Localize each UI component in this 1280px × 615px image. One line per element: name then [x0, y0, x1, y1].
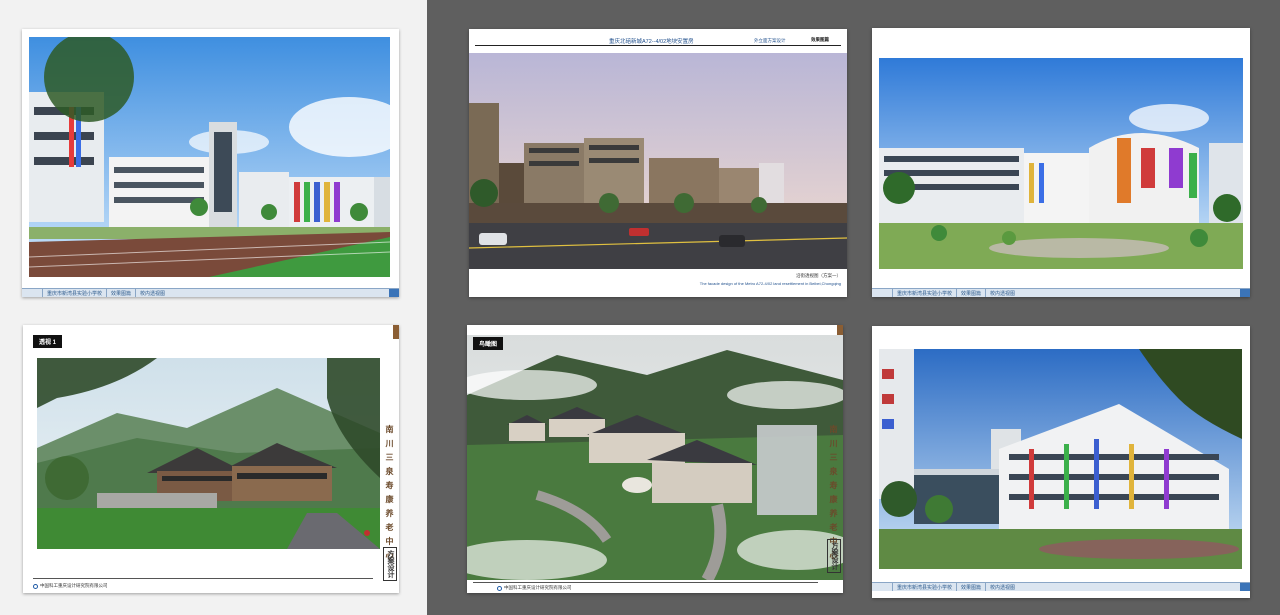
view-tag: 鸟瞰图 [473, 337, 504, 350]
footer-view: 校内透视图 [985, 583, 1019, 591]
bottom-rule [473, 582, 818, 583]
company-logo-icon [33, 583, 38, 589]
vertical-design-label: 方案设计 [383, 547, 397, 581]
footer-accent [389, 289, 399, 297]
sheet-subtitle: 外立面方案设计 [754, 38, 786, 43]
company-logo-icon [497, 585, 502, 591]
render-eldercare-perspective [37, 358, 380, 549]
footer-section: 效果图篇 [956, 289, 985, 297]
footer-school-name: 重庆市新湾县实验小学校 [42, 289, 106, 297]
footer-accent [1240, 289, 1250, 297]
footer-view: 校内透视图 [985, 289, 1019, 297]
sheet-eldercare-perspective[interactable]: 透视 1 南川三泉寿康养老中心 方案设计 中国科工重庆设计研究院有限公司 [23, 325, 399, 593]
view-tag: 透视 1 [33, 335, 63, 348]
render-street-facade [469, 53, 847, 269]
footer-section: 效果图篇 [106, 289, 135, 297]
sheet-street-facade[interactable]: 重庆北碚新城A72--4/02地块安置房 外立面方案设计 效果图篇 沿街透视图（… [469, 29, 847, 297]
footer-bar: 重庆市新湾县实验小学校 效果图篇 校内透视图 [872, 582, 1250, 591]
footer-view: 校内透视图 [135, 289, 169, 297]
sheet-school-building[interactable]: 重庆市新湾县实验小学校 效果图篇 校内透视图 [872, 326, 1250, 598]
sheet-eldercare-aerial[interactable]: 鸟瞰图 南川三泉寿康养老中心 方案设计 中国科工重庆设计研究院有限公司 [467, 325, 843, 593]
vertical-project-title: 南川三泉寿康养老中心 [385, 425, 395, 565]
footer-school-name: 重庆市新湾县实验小学校 [892, 583, 956, 591]
sheet-school-courtyard[interactable]: 重庆市新湾县实验小学校 效果图篇 校内透视图 [872, 28, 1250, 297]
render-caption: 沿街透视图（方案一） [796, 273, 841, 278]
render-school-building [879, 349, 1242, 569]
footer-school-name: 重庆市新湾县实验小学校 [892, 289, 956, 297]
footer-section: 效果图篇 [956, 583, 985, 591]
sheet-school-exterior[interactable]: 重庆市新湾县实验小学校 效果图篇 校内透视图 [22, 29, 399, 297]
vertical-design-label: 方案设计 [827, 539, 841, 573]
company-credit: 中国科工重庆设计研究院有限公司 [33, 583, 108, 589]
footer-bar: 重庆市新湾县实验小学校 效果图篇 校内透视图 [872, 288, 1250, 297]
render-school-exterior [29, 37, 390, 277]
render-school-courtyard [879, 58, 1243, 269]
corner-accent [393, 325, 399, 339]
sheet-section: 效果图篇 [811, 37, 829, 42]
footer-bar: 重庆市新湾县实验小学校 效果图篇 校内透视图 [22, 288, 399, 297]
footer-accent [1240, 583, 1250, 591]
company-credit: 中国科工重庆设计研究院有限公司 [497, 585, 572, 591]
render-eldercare-aerial [467, 335, 843, 580]
bottom-rule [33, 578, 373, 579]
render-caption-en: The facade design of the Metro A72-4/02 … [699, 281, 841, 286]
company-name: 中国科工重庆设计研究院有限公司 [40, 583, 108, 588]
top-rule [475, 45, 841, 46]
company-name: 中国科工重庆设计研究院有限公司 [504, 585, 572, 590]
sheet-title: 重庆北碚新城A72--4/02地块安置房 [609, 39, 694, 45]
